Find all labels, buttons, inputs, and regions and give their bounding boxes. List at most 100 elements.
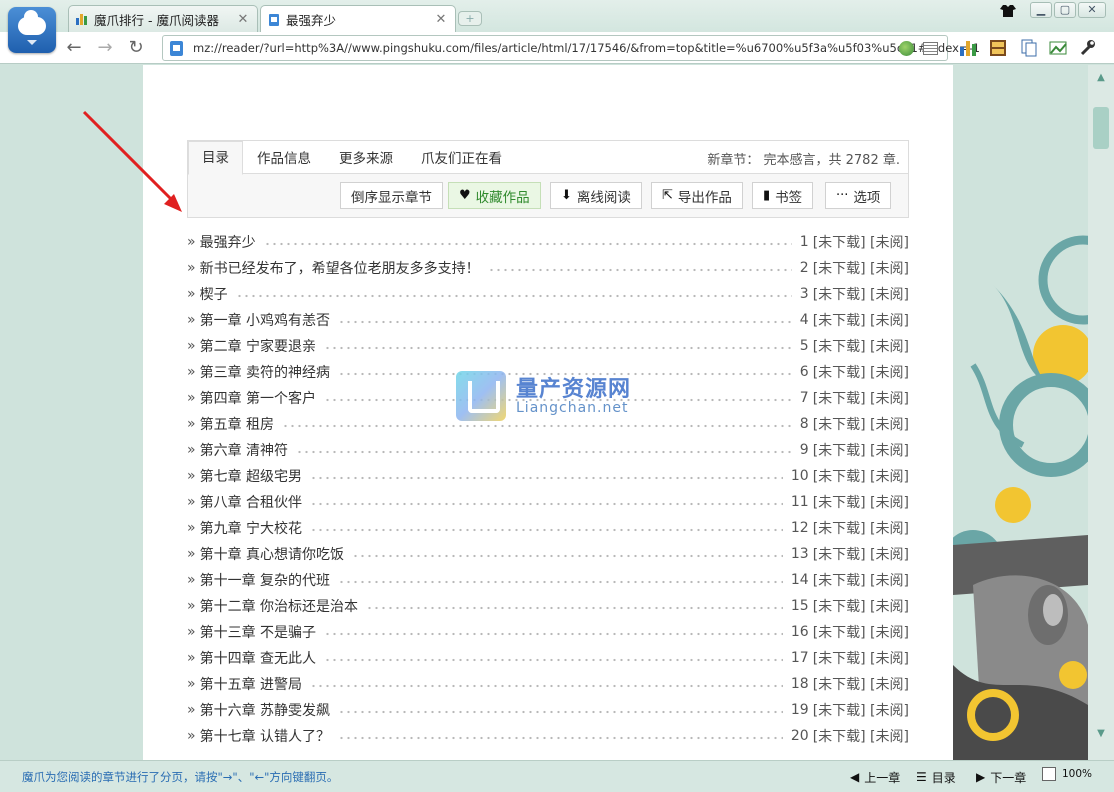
chapter-status[interactable]: [未下载] [未阅]	[813, 362, 909, 382]
scroll-down-icon[interactable]: ▼	[1093, 725, 1109, 743]
tab-book-info[interactable]: 作品信息	[244, 147, 324, 174]
zoom-control[interactable]: 100%	[1042, 767, 1092, 781]
chapter-title-link[interactable]: 第十四章 查无此人	[200, 648, 316, 668]
chapter-status[interactable]: [未下载] [未阅]	[813, 336, 909, 356]
chapter-status[interactable]: [未下载] [未阅]	[813, 414, 909, 434]
documents-icon[interactable]	[1019, 38, 1039, 58]
tab-book[interactable]: 最强弃少 ✕	[260, 5, 456, 33]
chapter-status[interactable]: [未下载] [未阅]	[813, 622, 909, 642]
chapter-row[interactable]: » 最强弃少 1 [未下载] [未阅]	[187, 229, 909, 255]
tab-rankings[interactable]: 魔爪排行 - 魔爪阅读器 ✕	[68, 5, 258, 32]
new-tab-button[interactable]: +	[458, 11, 482, 26]
chapter-row[interactable]: » 第八章 合租伙伴 11 [未下载] [未阅]	[187, 489, 909, 515]
chapter-title-link[interactable]: 第十三章 不是骗子	[200, 622, 316, 642]
close-window-button[interactable]: ✕	[1078, 2, 1106, 18]
scrollbar-thumb[interactable]	[1093, 107, 1109, 149]
tab-toc[interactable]: 目录	[188, 141, 243, 175]
chapter-title-link[interactable]: 第十章 真心想请你吃饭	[200, 544, 344, 564]
chapter-row[interactable]: » 第十三章 不是骗子 16 [未下载] [未阅]	[187, 619, 909, 645]
chapter-title-link[interactable]: 最强弃少	[200, 232, 256, 252]
chapter-title-link[interactable]: 第四章 第一个客户	[200, 388, 316, 408]
wrench-icon[interactable]	[1078, 38, 1098, 58]
tab-friends-reading[interactable]: 爪友们正在看	[408, 147, 515, 174]
chapter-title-link[interactable]: 第二章 宁家要退亲	[200, 336, 316, 356]
chapter-row[interactable]: » 第十一章 复杂的代班 14 [未下载] [未阅]	[187, 567, 909, 593]
bookmark-button[interactable]: ▮ 书签	[752, 182, 814, 209]
chapter-title-link[interactable]: 第十六章 苏静雯发飙	[200, 700, 330, 720]
toc-button[interactable]: ☰ 目录	[916, 767, 956, 787]
chapter-title-link[interactable]: 第十七章 认错人了？	[200, 726, 330, 746]
export-button[interactable]: ⇱ 导出作品	[651, 182, 743, 209]
chapter-row[interactable]: » 第十五章 进警局 18 [未下载] [未阅]	[187, 671, 909, 697]
chapter-row[interactable]: » 楔子 3 [未下载] [未阅]	[187, 281, 909, 307]
maximize-button[interactable]: ▢	[1054, 2, 1076, 18]
refresh-button[interactable]: ↻	[124, 36, 148, 60]
vertical-scrollbar[interactable]: ▲ ▼	[1088, 65, 1114, 760]
chapter-title-link[interactable]: 第三章 卖符的神经病	[200, 362, 330, 382]
chapter-row[interactable]: » 第十四章 查无此人 17 [未下载] [未阅]	[187, 645, 909, 671]
dotted-leader	[263, 237, 792, 247]
address-bar[interactable]: mz://reader/?url=http%3A//www.pingshuku.…	[162, 35, 980, 61]
chapter-status[interactable]: [未下载] [未阅]	[813, 388, 909, 408]
tab-more-sources[interactable]: 更多来源	[326, 147, 406, 174]
prev-chapter-button[interactable]: ◀ 上一章	[850, 767, 900, 787]
chapter-title-link[interactable]: 第十五章 进警局	[200, 674, 302, 694]
reverse-order-button[interactable]: 倒序显示章节	[340, 182, 443, 209]
chapter-status[interactable]: [未下载] [未阅]	[813, 570, 909, 590]
chapter-status[interactable]: [未下载] [未阅]	[813, 596, 909, 616]
chapter-row[interactable]: » 第九章 宁大校花 12 [未下载] [未阅]	[187, 515, 909, 541]
chapter-status[interactable]: [未下载] [未阅]	[813, 700, 909, 720]
chapter-row[interactable]: » 新书已经发布了，希望各位老朋友多多支持！ 2 [未下载] [未阅]	[187, 255, 909, 281]
chapter-title-link[interactable]: 第五章 租房	[200, 414, 274, 434]
chapter-row[interactable]: » 第二章 宁家要退亲 5 [未下载] [未阅]	[187, 333, 909, 359]
tab-close-button[interactable]: ✕	[235, 12, 251, 27]
minimize-button[interactable]: ▁	[1030, 2, 1052, 18]
forward-button[interactable]: →	[93, 36, 117, 60]
chapter-title-link[interactable]: 第一章 小鸡鸡有恙否	[200, 310, 330, 330]
chapter-title-link[interactable]: 新书已经发布了，希望各位老朋友多多支持！	[200, 258, 480, 278]
chapter-status[interactable]: [未下载] [未阅]	[813, 440, 909, 460]
app-logo[interactable]	[8, 7, 56, 53]
offline-read-button[interactable]: ⬇ 离线阅读	[550, 182, 642, 209]
globe-icon[interactable]	[899, 41, 914, 56]
chapter-row[interactable]: » 第十六章 苏静雯发飙 19 [未下载] [未阅]	[187, 697, 909, 723]
bookshelf-icon[interactable]	[988, 38, 1008, 58]
next-chapter-button[interactable]: ▶ 下一章	[976, 767, 1026, 787]
shirt-icon[interactable]	[1000, 5, 1016, 17]
chapter-status[interactable]: [未下载] [未阅]	[813, 674, 909, 694]
chapter-row[interactable]: » 第十二章 你治标还是治本 15 [未下载] [未阅]	[187, 593, 909, 619]
chapter-status[interactable]: [未下载] [未阅]	[813, 232, 909, 252]
chapter-row[interactable]: » 第十章 真心想请你吃饭 13 [未下载] [未阅]	[187, 541, 909, 567]
chapter-status[interactable]: [未下载] [未阅]	[813, 726, 909, 746]
favorite-button[interactable]: ♥ 收藏作品	[448, 182, 541, 209]
chapter-row[interactable]: » 第七章 超级宅男 10 [未下载] [未阅]	[187, 463, 909, 489]
chapter-title-link[interactable]: 楔子	[200, 284, 228, 304]
tab-close-button[interactable]: ✕	[433, 12, 449, 27]
chapter-row[interactable]: » 第六章 清神符 9 [未下载] [未阅]	[187, 437, 909, 463]
chapter-title-link[interactable]: 第十一章 复杂的代班	[200, 570, 330, 590]
chapter-status[interactable]: [未下载] [未阅]	[813, 466, 909, 486]
options-button[interactable]: ··· 选项	[825, 182, 892, 209]
chapter-title-link[interactable]: 第九章 宁大校花	[200, 518, 302, 538]
back-button[interactable]: ←	[62, 36, 86, 60]
chapter-title-link[interactable]: 第八章 合租伙伴	[200, 492, 302, 512]
chapter-title-link[interactable]: 第六章 清神符	[200, 440, 288, 460]
image-icon[interactable]	[1048, 38, 1068, 58]
url-text[interactable]: mz://reader/?url=http%3A//www.pingshuku.…	[193, 41, 980, 55]
scroll-up-icon[interactable]: ▲	[1093, 69, 1109, 87]
chapter-status[interactable]: [未下载] [未阅]	[813, 544, 909, 564]
chapter-status[interactable]: [未下载] [未阅]	[813, 492, 909, 512]
reader-mode-icon[interactable]	[923, 42, 938, 55]
chapter-status[interactable]: [未下载] [未阅]	[813, 518, 909, 538]
chapter-row[interactable]: » 第十七章 认错人了？ 20 [未下载] [未阅]	[187, 723, 909, 749]
chapter-status[interactable]: [未下载] [未阅]	[813, 284, 909, 304]
chapter-title-link[interactable]: 第十二章 你治标还是治本	[200, 596, 358, 616]
chapter-status[interactable]: [未下载] [未阅]	[813, 258, 909, 278]
chapter-status[interactable]: [未下载] [未阅]	[813, 648, 909, 668]
bar-chart-icon[interactable]	[958, 38, 978, 58]
chapter-row[interactable]: » 第一章 小鸡鸡有恙否 4 [未下载] [未阅]	[187, 307, 909, 333]
dotted-leader	[296, 445, 792, 455]
chapter-title-link[interactable]: 第七章 超级宅男	[200, 466, 302, 486]
chapter-status[interactable]: [未下载] [未阅]	[813, 310, 909, 330]
arrow-right-icon: →	[97, 37, 113, 58]
